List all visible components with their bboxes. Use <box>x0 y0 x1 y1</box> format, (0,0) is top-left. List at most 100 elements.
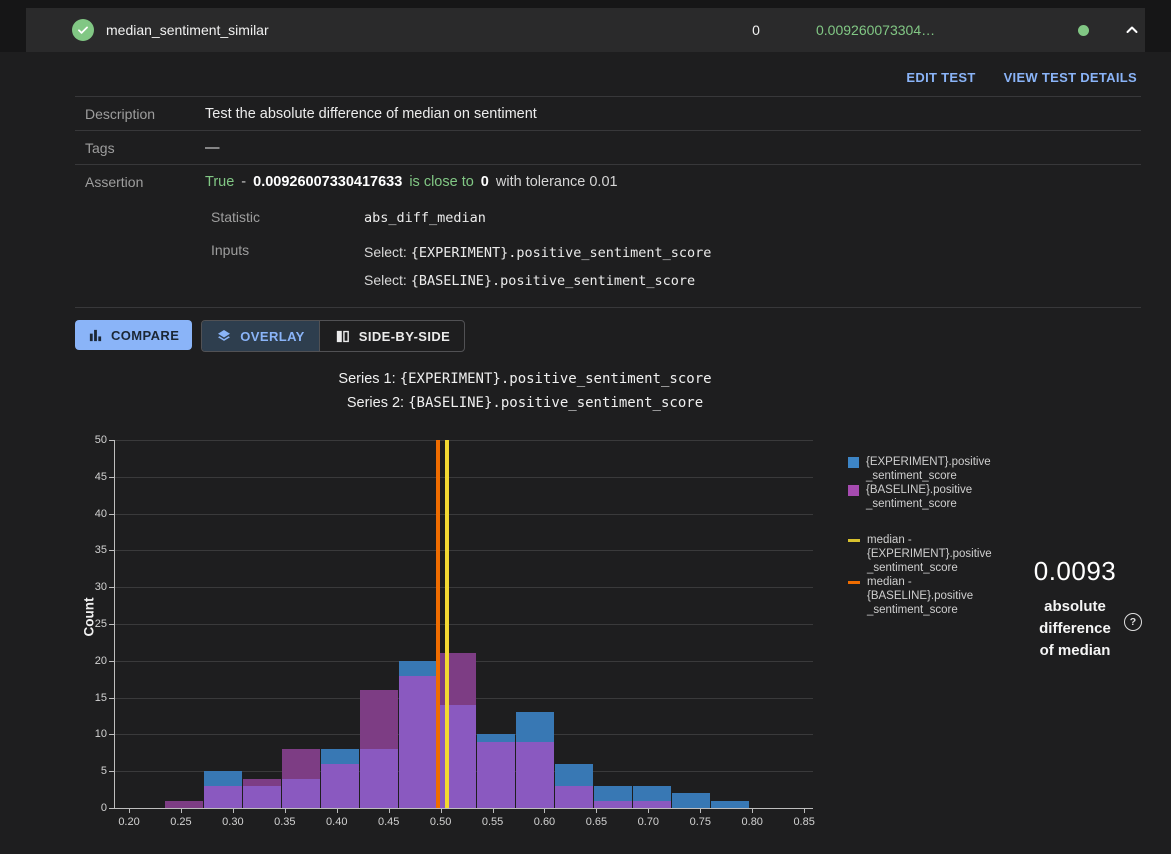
assertion-target: 0 <box>481 174 489 190</box>
legend-item: {BASELINE}.positive_sentiment_score <box>848 483 1023 511</box>
x-tick-mark <box>389 808 390 813</box>
y-tick-label: 40 <box>69 508 107 520</box>
statistic-value: abs_diff_median <box>364 210 486 226</box>
input-2-prefix: Select: <box>364 272 407 288</box>
description-value: Test the absolute difference of median o… <box>205 106 537 122</box>
tags-value: — <box>205 140 220 156</box>
metric-value-right: 0.009260073304… <box>816 8 935 52</box>
y-axis-label: Count <box>82 598 97 637</box>
bar-chart-icon <box>88 328 103 343</box>
overlay-toggle[interactable]: OVERLAY <box>202 321 318 351</box>
chart-title: Series 1: {EXPERIMENT}.positive_sentimen… <box>0 367 1050 415</box>
x-tick-label: 0.30 <box>211 816 255 828</box>
x-tick-label: 0.80 <box>730 816 774 828</box>
description-row: Description Test the absolute difference… <box>75 96 1141 131</box>
collapse-chevron-icon[interactable] <box>1124 22 1140 38</box>
histogram-bar-segment <box>516 712 554 741</box>
edit-test-link[interactable]: EDIT TEST <box>906 70 975 85</box>
histogram-bar-segment <box>711 801 749 808</box>
assertion-relation: is close to <box>409 174 473 190</box>
legend-line-swatch <box>848 581 860 584</box>
y-tick-label: 10 <box>69 728 107 740</box>
view-toggle-group: OVERLAY SIDE-BY-SIDE <box>201 320 465 352</box>
legend-label: median -{BASELINE}.positive_sentiment_sc… <box>867 575 973 617</box>
x-tick-mark <box>493 808 494 813</box>
x-tick-label: 0.65 <box>574 816 618 828</box>
y-tick-label: 35 <box>69 544 107 556</box>
legend-label-line: {EXPERIMENT}.positive <box>866 455 991 469</box>
legend-label-line: {BASELINE}.positive <box>866 483 972 497</box>
summary-label-line: difference <box>1015 618 1135 640</box>
view-test-details-link[interactable]: VIEW TEST DETAILS <box>1004 70 1137 85</box>
legend-label-line: _sentiment_score <box>866 497 972 511</box>
statistic-label: Statistic <box>211 209 260 225</box>
input-2-path: {BASELINE}.positive_sentiment_score <box>411 273 695 289</box>
x-tick-label: 0.60 <box>522 816 566 828</box>
y-tick-label: 15 <box>69 692 107 704</box>
series-1-prefix: Series 1: <box>338 371 395 387</box>
y-tick-mark <box>109 808 114 809</box>
x-tick-label: 0.50 <box>419 816 463 828</box>
test-row-header[interactable]: median_sentiment_similar 0 0.00926007330… <box>26 8 1145 52</box>
page: median_sentiment_similar 0 0.00926007330… <box>0 0 1171 854</box>
summary-value: 0.0093 <box>1015 556 1135 587</box>
histogram-bar-segment <box>321 749 359 764</box>
y-tick-mark <box>109 514 114 515</box>
gridline <box>115 624 813 625</box>
side-by-side-icon <box>334 328 351 345</box>
x-tick-mark <box>337 808 338 813</box>
histogram-bar-segment <box>594 786 632 801</box>
histogram-bar-segment <box>282 749 320 778</box>
y-tick-mark <box>109 734 114 735</box>
y-tick-label: 25 <box>69 618 107 630</box>
median-line <box>436 440 440 808</box>
input-1-path: {EXPERIMENT}.positive_sentiment_score <box>411 245 712 261</box>
assertion-result: True <box>205 174 234 190</box>
layers-icon <box>216 328 232 344</box>
histogram-bar-segment <box>633 786 671 801</box>
plot-area: 051015202530354045500.200.250.300.350.40… <box>114 440 813 809</box>
tags-row: Tags — <box>75 131 1141 165</box>
action-links: EDIT TEST VIEW TEST DETAILS <box>906 70 1137 85</box>
y-tick-label: 20 <box>69 655 107 667</box>
y-tick-mark <box>109 587 114 588</box>
x-tick-mark <box>233 808 234 813</box>
side-by-side-toggle[interactable]: SIDE-BY-SIDE <box>319 321 464 351</box>
legend-label-line: median - <box>867 575 973 589</box>
histogram-bar-segment <box>399 661 437 676</box>
summary-label: absolute difference of median <box>1015 596 1135 662</box>
histogram-bar-segment <box>360 749 398 808</box>
assertion-value: True-0.00926007330417633is close to0with… <box>205 174 618 190</box>
gridline <box>115 514 813 515</box>
compare-button[interactable]: COMPARE <box>75 320 192 350</box>
chart-legend: {EXPERIMENT}.positive_sentiment_score{BA… <box>848 455 1023 617</box>
legend-label: {EXPERIMENT}.positive_sentiment_score <box>866 455 991 483</box>
x-tick-mark <box>752 808 753 813</box>
x-tick-label: 0.45 <box>367 816 411 828</box>
y-tick-label: 0 <box>69 802 107 814</box>
legend-label-line: _sentiment_score <box>867 561 992 575</box>
input-1-prefix: Select: <box>364 244 407 260</box>
histogram-bar-segment <box>633 801 671 808</box>
series-2-code: {BASELINE}.positive_sentiment_score <box>408 395 703 411</box>
summary-label-line: absolute <box>1015 596 1135 618</box>
help-icon[interactable]: ? <box>1124 613 1142 631</box>
legend-label-line: {EXPERIMENT}.positive <box>867 547 992 561</box>
x-tick-mark <box>181 808 182 813</box>
histogram-bar-segment <box>165 801 203 808</box>
x-tick-mark <box>544 808 545 813</box>
x-tick-mark <box>596 808 597 813</box>
y-tick-label: 30 <box>69 581 107 593</box>
metric-value-left: 0 <box>741 8 771 52</box>
assertion-label: Assertion <box>85 174 195 190</box>
x-tick-mark <box>285 808 286 813</box>
gridline <box>115 587 813 588</box>
assertion-number: 0.00926007330417633 <box>253 174 402 190</box>
assertion-dash: - <box>241 174 246 190</box>
legend-item: median -{BASELINE}.positive_sentiment_sc… <box>848 575 1023 617</box>
test-name: median_sentiment_similar <box>106 8 269 52</box>
x-tick-label: 0.25 <box>159 816 203 828</box>
x-tick-label: 0.55 <box>471 816 515 828</box>
histogram-bar-segment <box>204 771 242 786</box>
chart-title-line-1: Series 1: {EXPERIMENT}.positive_sentimen… <box>0 367 1050 391</box>
